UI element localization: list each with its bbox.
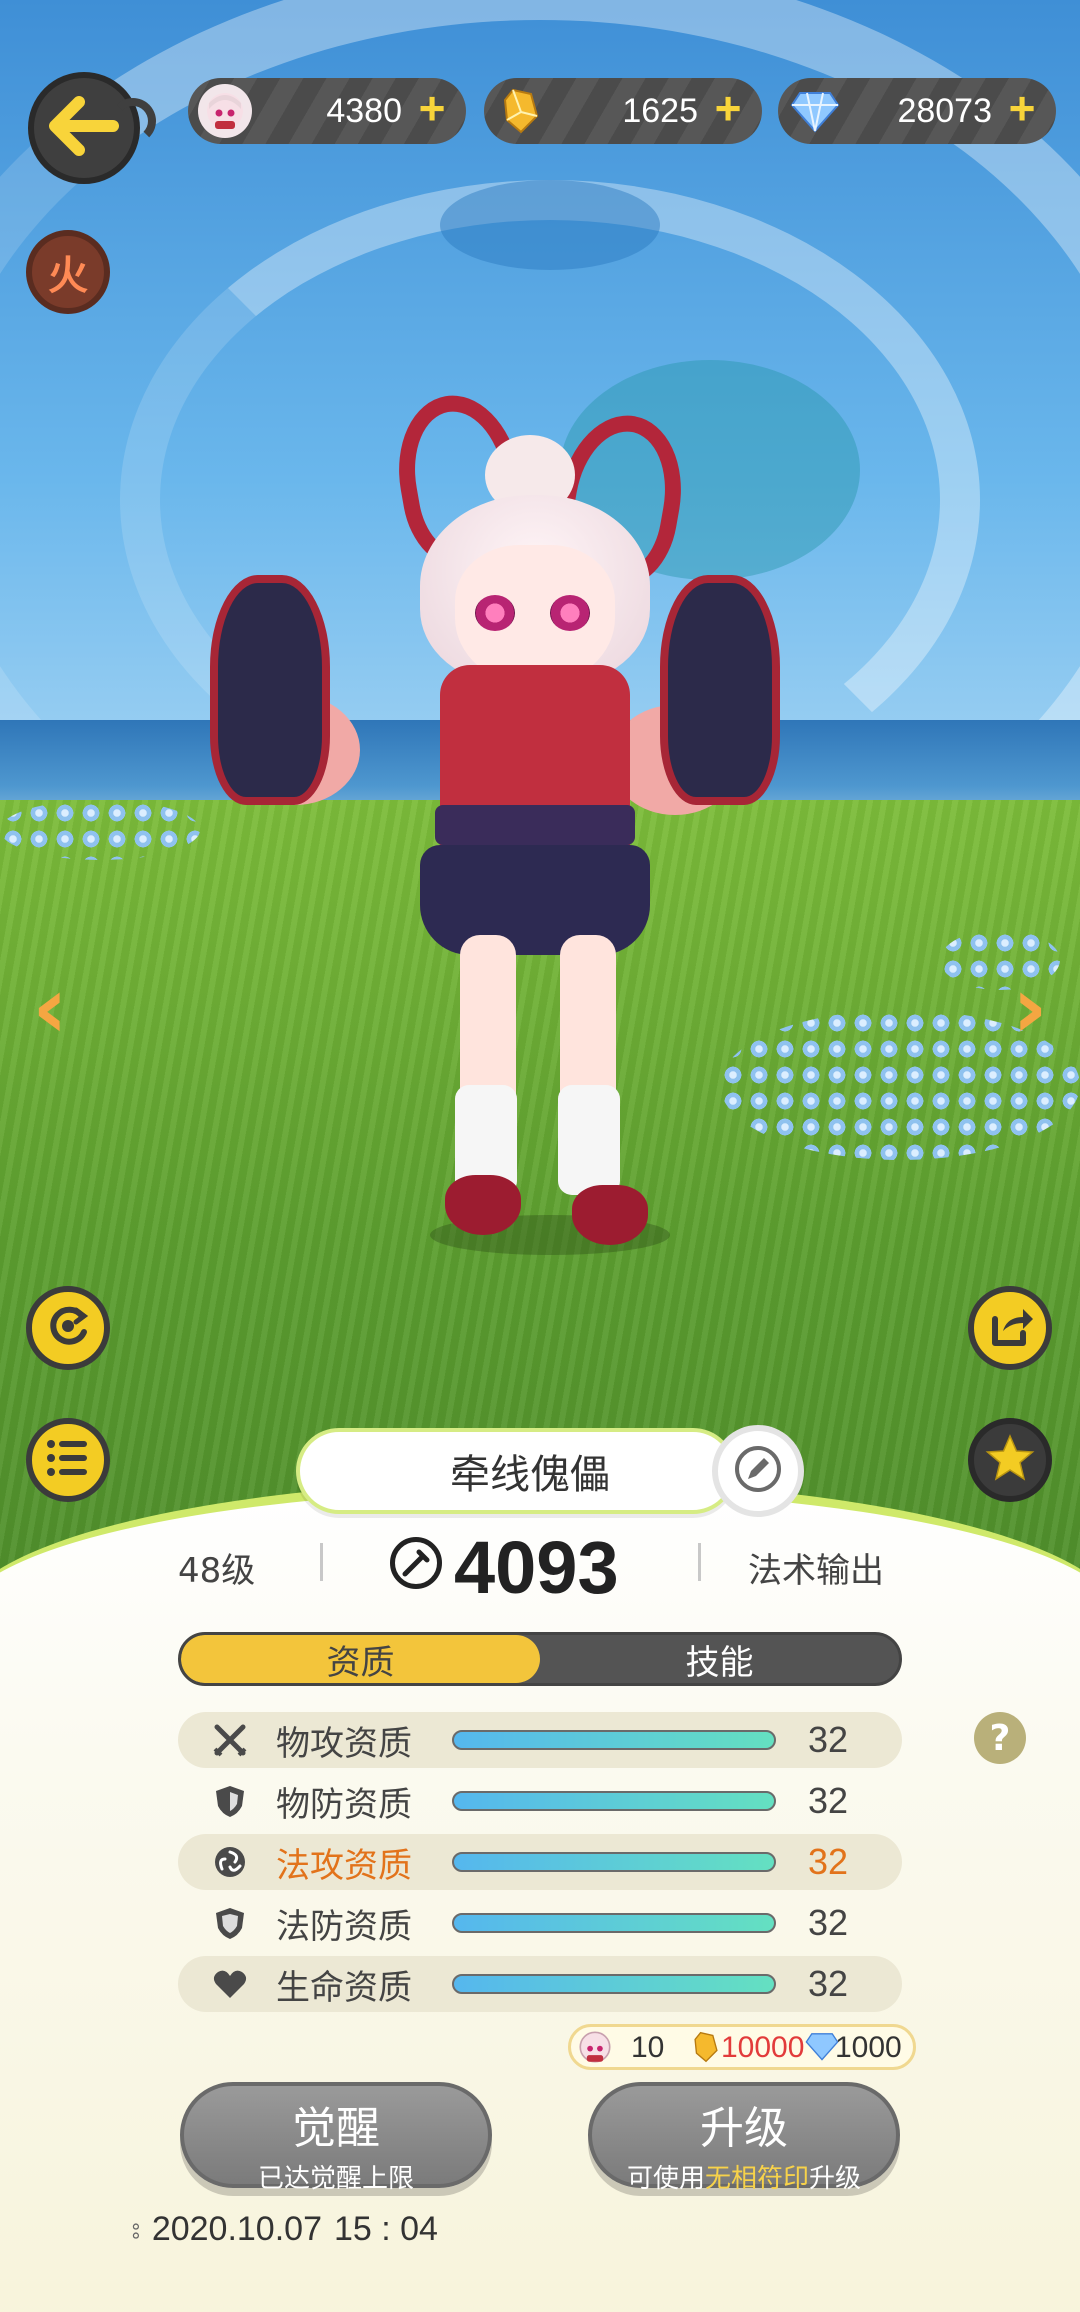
character-name-pill: 牵线傀儡: [296, 1428, 736, 1514]
aptitude-list: 物攻资质 32 物防资质 32 法攻资质 32 法防资质 32 生命资质 32: [178, 1712, 902, 2017]
magic-shield-icon: [212, 1905, 248, 1941]
cost-gold-value: 10000: [721, 2031, 805, 2064]
aptitude-label: 法攻资质: [276, 1845, 412, 1886]
calendar-icon: ⦂: [132, 2213, 140, 2244]
star-icon: [984, 1433, 1036, 1487]
currency-diamond[interactable]: 28073 +: [778, 78, 1056, 144]
fire-element-icon: 火: [48, 253, 88, 299]
timestamp: ⦂ 2020.10.07 15 : 04: [132, 2210, 438, 2249]
magic-swirl-icon: [212, 1844, 248, 1880]
character-role: 法术输出: [748, 1551, 884, 1591]
fire-element-badge[interactable]: 火: [26, 230, 110, 314]
aptitude-value: 32: [808, 1719, 849, 1760]
aptitude-label: 物攻资质: [276, 1723, 412, 1764]
upgrade-cost: 10 10000 1000: [568, 2024, 916, 2070]
favorite-button[interactable]: [968, 1418, 1052, 1502]
upgrade-hint-item: 无相符印: [704, 2164, 809, 2194]
aptitude-value: 32: [808, 1963, 849, 2004]
aptitude-bar: [452, 1730, 776, 1750]
share-icon: [985, 1303, 1035, 1353]
aptitude-row-health: 生命资质 32: [178, 1956, 902, 2012]
upgrade-hint-prefix: 可使用: [626, 2164, 705, 2194]
previous-character-button[interactable]: ‹: [22, 965, 78, 1051]
chevron-right-icon: ›: [1012, 958, 1048, 1058]
aptitude-label: 法防资质: [276, 1906, 412, 1947]
awaken-label: 觉醒: [292, 2103, 380, 2154]
help-button[interactable]: ?: [974, 1712, 1026, 1764]
aptitude-row-physical-defense: 物防资质 32: [178, 1773, 902, 1829]
aptitude-bar: [452, 1852, 776, 1872]
upgrade-hint: 可使用无相符印升级: [592, 2158, 896, 2195]
diamond-icon: [788, 84, 842, 138]
add-puppet-token-button[interactable]: +: [412, 85, 452, 131]
currency-puppet-token[interactable]: 4380 +: [188, 78, 466, 144]
currency-value: 1625: [622, 91, 698, 130]
back-arrow-icon: [49, 96, 119, 160]
aptitude-value: 32: [808, 1902, 849, 1943]
aptitude-bar: [452, 1974, 776, 1994]
character-scene: [0, 0, 1080, 1600]
add-diamond-button[interactable]: +: [1002, 85, 1042, 131]
gold-crystal-icon: [691, 2029, 721, 2073]
rotate-icon: [42, 1300, 94, 1356]
crossed-swords-icon: [212, 1722, 248, 1758]
character-level: 48级: [178, 1551, 256, 1591]
puppet-token-icon: [577, 2029, 613, 2073]
list-menu-button[interactable]: [26, 1418, 110, 1502]
aptitude-row-magic-defense: 法防资质 32: [178, 1895, 902, 1951]
aptitude-bar: [452, 1791, 776, 1811]
combat-power-icon: [390, 1537, 442, 1589]
pencil-icon: [733, 1444, 783, 1498]
cost-token-value: 10: [631, 2031, 665, 2064]
add-gold-crystal-button[interactable]: +: [708, 85, 748, 131]
character-stats: 48级 4093 法术输出: [0, 1525, 1080, 1609]
puppet-token-icon: [198, 84, 252, 138]
aptitude-row-physical-attack: 物攻资质 32: [178, 1712, 902, 1768]
share-button[interactable]: [968, 1286, 1052, 1370]
awaken-button[interactable]: 觉醒 已达觉醒上限: [180, 2082, 492, 2194]
tab-skills[interactable]: 技能: [540, 1635, 899, 1683]
character-model[interactable]: [210, 385, 790, 1255]
upgrade-label: 升级: [700, 2103, 788, 2154]
tab-aptitude[interactable]: 资质: [181, 1635, 540, 1683]
cloud-shape: [440, 180, 660, 270]
rename-button[interactable]: [712, 1425, 804, 1517]
back-button[interactable]: [28, 72, 156, 184]
aptitude-label: 物防资质: [276, 1784, 412, 1825]
timestamp-date: 2020.10.07: [151, 2210, 322, 2248]
upgrade-hint-suffix: 升级: [809, 2164, 862, 2194]
currency-value: 4380: [326, 91, 402, 130]
list-icon: [43, 1436, 93, 1484]
timestamp-time: 15 : 04: [333, 2210, 438, 2248]
chevron-left-icon: ‹: [32, 958, 68, 1058]
flowers: [0, 800, 200, 860]
gold-crystal-icon: [494, 84, 548, 138]
aptitude-row-magic-attack: 法攻资质 32: [178, 1834, 902, 1890]
divider: [698, 1543, 701, 1581]
combat-power-value: 4093: [454, 1526, 619, 1609]
aptitude-bar: [452, 1913, 776, 1933]
upgrade-button[interactable]: 升级 可使用无相符印升级: [588, 2082, 900, 2194]
currency-gold-crystal[interactable]: 1625 +: [484, 78, 762, 144]
divider: [320, 1543, 323, 1581]
aptitude-value: 32: [808, 1780, 849, 1821]
character-name: 牵线傀儡: [450, 1452, 610, 1498]
awaken-status: 已达觉醒上限: [257, 2164, 414, 2194]
diamond-icon: [805, 2031, 839, 2069]
question-icon: ?: [989, 1717, 1011, 1759]
rotate-view-button[interactable]: [26, 1286, 110, 1370]
heart-icon: [212, 1966, 248, 2002]
cost-diamond-value: 1000: [835, 2031, 902, 2064]
aptitude-label: 生命资质: [276, 1967, 412, 2008]
detail-tabs: 资质 技能: [178, 1632, 902, 1686]
aptitude-value: 32: [808, 1841, 849, 1882]
shield-icon: [212, 1783, 248, 1819]
currency-value: 28073: [897, 91, 992, 130]
next-character-button[interactable]: ›: [1002, 965, 1058, 1051]
